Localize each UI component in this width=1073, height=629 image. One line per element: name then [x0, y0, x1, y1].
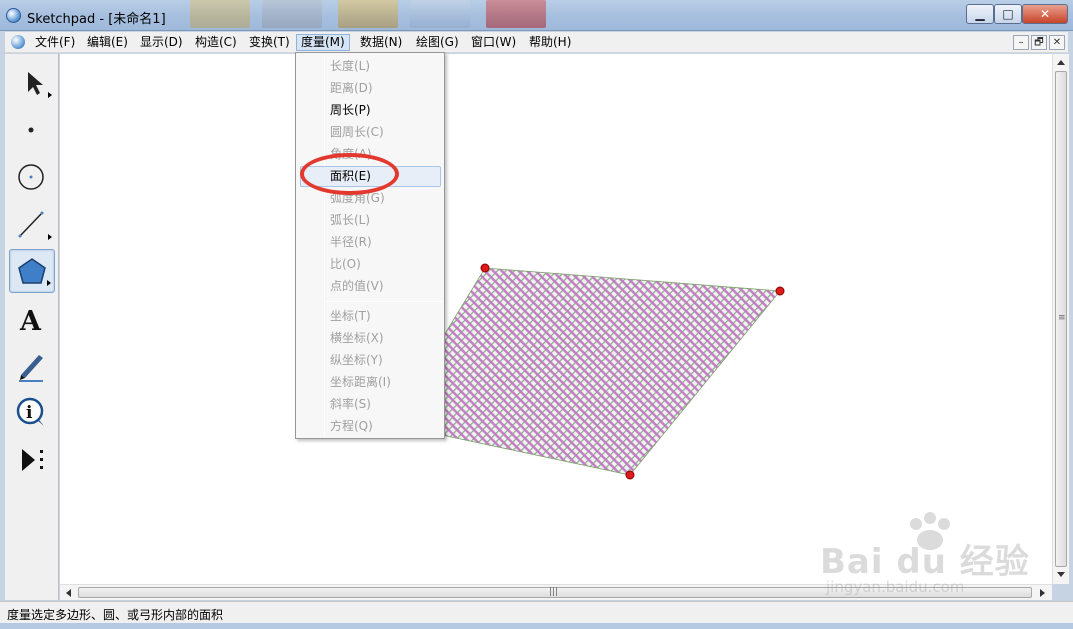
menu-item-circumference[interactable]: 圆周长(C)	[330, 123, 384, 141]
maximize-button[interactable]: □	[994, 4, 1022, 24]
polygon-tool[interactable]	[9, 249, 55, 293]
menu-display[interactable]: 显示(D)	[136, 34, 187, 51]
polygon-interior[interactable]	[389, 267, 781, 476]
watermark-url: jingyan.baidu.com	[826, 578, 965, 596]
polygon-figure	[389, 263, 785, 480]
custom-tool[interactable]	[9, 438, 55, 482]
menu-item-coordinate-distance[interactable]: 坐标距离(I)	[330, 373, 391, 391]
menu-item-slope[interactable]: 斜率(S)	[330, 395, 371, 413]
taskbar-thumbnail	[338, 0, 398, 28]
point-icon	[28, 127, 34, 133]
menu-item-abscissa[interactable]: 横坐标(X)	[330, 329, 384, 347]
menu-window[interactable]: 窗口(W)	[467, 34, 520, 51]
menu-item-coordinates[interactable]: 坐标(T)	[330, 307, 371, 325]
watermark-brand: Bai du 经验	[820, 542, 1030, 582]
svg-text:i: i	[26, 403, 33, 423]
menu-item-point-value[interactable]: 点的值(V)	[330, 277, 384, 295]
scroll-up-arrow-icon[interactable]	[1057, 60, 1065, 65]
menu-file[interactable]: 文件(F)	[31, 34, 79, 51]
text-tool[interactable]: A	[9, 297, 55, 341]
custom-play-icon	[22, 449, 43, 471]
toolbox: A i	[5, 54, 59, 600]
sketch-canvas[interactable]	[60, 54, 1052, 584]
menu-bar: 文件(F) 编辑(E) 显示(D) 构造(C) 变换(T) 度量(M) 数据(N…	[5, 32, 1068, 53]
point-tool[interactable]	[9, 108, 55, 152]
text-A-icon: A	[19, 306, 42, 337]
vertical-scroll-thumb[interactable]: ≡	[1055, 71, 1067, 567]
sketchpad-app-icon[interactable]	[6, 8, 21, 23]
menu-separator	[326, 301, 442, 302]
straightedge-tool[interactable]	[9, 202, 55, 246]
title-bar: Sketchpad - [未命名1] ▁ □ ✕	[0, 0, 1073, 31]
menu-item-perimeter[interactable]: 周长(P)	[330, 101, 371, 119]
taskbar-thumbnail	[410, 0, 470, 28]
document-icon[interactable]	[11, 35, 25, 49]
mdi-restore-button[interactable]: 🗗	[1031, 35, 1047, 50]
mdi-close-button[interactable]: ✕	[1049, 35, 1065, 50]
window-title: Sketchpad - [未命名1]	[27, 12, 166, 27]
menu-item-equation[interactable]: 方程(Q)	[330, 417, 373, 435]
menu-item-radius[interactable]: 半径(R)	[330, 233, 372, 251]
menu-item-ordinate[interactable]: 纵坐标(Y)	[330, 351, 383, 369]
status-text: 度量选定多边形、圆、或弓形内部的面积	[7, 608, 224, 622]
menu-construct[interactable]: 构造(C)	[191, 34, 241, 51]
marker-tool[interactable]	[9, 343, 55, 387]
menu-help[interactable]: 帮助(H)	[525, 34, 575, 51]
info-icon: i	[16, 397, 44, 426]
menu-item-arc-length[interactable]: 弧长(L)	[330, 211, 370, 229]
red-highlight-ellipse	[300, 153, 399, 195]
taskbar-thumbnail	[486, 0, 546, 28]
measure-menu-dropdown: 长度(L) 距离(D) 周长(P) 圆周长(C) 角度(A) 面积(E) 弧度角…	[295, 52, 445, 439]
polygon-vertex[interactable]	[775, 286, 785, 296]
menu-item-length[interactable]: 长度(L)	[330, 57, 370, 75]
close-button[interactable]: ✕	[1022, 4, 1068, 24]
scroll-down-arrow-icon[interactable]	[1057, 572, 1065, 577]
menu-data[interactable]: 数据(N)	[356, 34, 406, 51]
menu-measure[interactable]: 度量(M)	[296, 34, 350, 51]
svg-text:A: A	[19, 306, 42, 337]
marker-pen-icon	[19, 355, 43, 382]
scroll-left-arrow-icon[interactable]	[66, 589, 71, 597]
menu-edit[interactable]: 编辑(E)	[83, 34, 132, 51]
window-frame-bottom	[0, 623, 1073, 629]
vertical-scrollbar[interactable]: ≡	[1052, 54, 1069, 584]
menu-item-ratio[interactable]: 比(O)	[330, 255, 361, 273]
compass-tool[interactable]	[9, 155, 55, 199]
selection-arrow-tool[interactable]	[9, 60, 55, 104]
baidu-jingyan-watermark: Bai du 经验 jingyan.baidu.com	[818, 512, 1038, 602]
polygon-vertex[interactable]	[625, 470, 635, 480]
status-bar: 度量选定多边形、圆、或弓形内部的面积	[0, 601, 1073, 623]
polygon-icon	[18, 258, 46, 284]
menu-graph[interactable]: 绘图(G)	[412, 34, 463, 51]
circle-icon	[18, 164, 44, 190]
scroll-right-arrow-icon[interactable]	[1040, 589, 1045, 597]
menu-transform[interactable]: 变换(T)	[245, 34, 294, 51]
polygon-vertex[interactable]	[480, 263, 490, 273]
information-tool[interactable]: i	[9, 390, 55, 434]
taskbar-thumbnail	[190, 0, 250, 28]
minimize-button[interactable]: ▁	[966, 4, 994, 24]
taskbar-thumbnail	[262, 0, 322, 28]
menu-item-distance[interactable]: 距离(D)	[330, 79, 373, 97]
mdi-minimize-button[interactable]: –	[1013, 35, 1029, 50]
